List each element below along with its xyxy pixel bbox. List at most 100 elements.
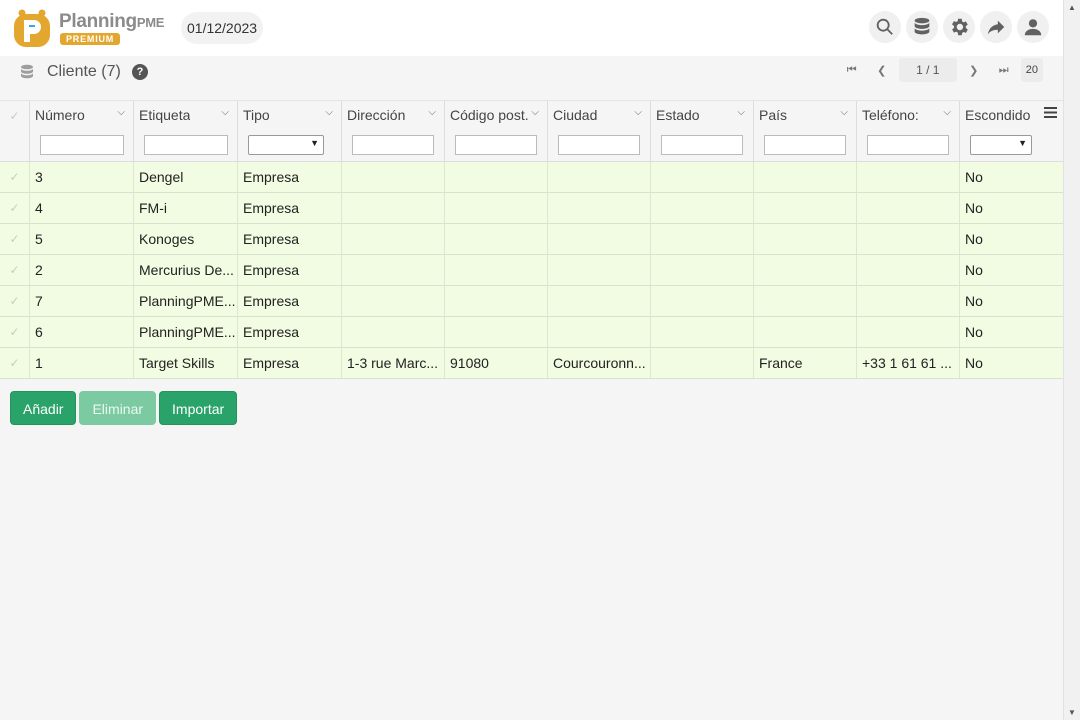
import-button[interactable]: Importar bbox=[159, 391, 238, 425]
table-cell[interactable]: Empresa bbox=[238, 224, 342, 254]
table-cell[interactable] bbox=[754, 255, 857, 285]
table-cell[interactable]: France bbox=[754, 348, 857, 378]
table-cell[interactable] bbox=[342, 255, 445, 285]
table-row[interactable]: ✓ 6 PlanningPME... Empresa No bbox=[0, 317, 1063, 348]
table-cell[interactable] bbox=[445, 224, 548, 254]
table-cell[interactable]: +33 1 61 61 ... bbox=[857, 348, 960, 378]
search-icon[interactable] bbox=[869, 11, 901, 43]
table-cell[interactable] bbox=[548, 162, 651, 192]
date-selector[interactable]: 01/12/2023 bbox=[181, 12, 264, 44]
row-check-icon[interactable]: ✓ bbox=[0, 162, 30, 192]
gear-icon[interactable] bbox=[943, 11, 975, 43]
filter-input[interactable] bbox=[352, 135, 434, 155]
table-cell[interactable] bbox=[342, 286, 445, 316]
table-cell[interactable] bbox=[548, 317, 651, 347]
chevron-down-icon[interactable]: ⌵ bbox=[325, 107, 333, 118]
table-cell[interactable]: Konoges bbox=[134, 224, 238, 254]
column-menu-icon[interactable] bbox=[1044, 106, 1057, 124]
row-check-icon[interactable]: ✓ bbox=[0, 224, 30, 254]
table-cell[interactable]: No bbox=[960, 255, 1063, 285]
table-cell[interactable] bbox=[754, 224, 857, 254]
table-cell[interactable]: No bbox=[960, 224, 1063, 254]
database-icon[interactable] bbox=[906, 11, 938, 43]
table-cell[interactable] bbox=[548, 193, 651, 223]
table-cell[interactable] bbox=[754, 286, 857, 316]
table-cell[interactable]: 1 bbox=[30, 348, 134, 378]
table-cell[interactable]: 91080 bbox=[445, 348, 548, 378]
column-header[interactable]: Número ⌵ bbox=[30, 101, 134, 161]
filter-input[interactable] bbox=[558, 135, 640, 155]
delete-button[interactable]: Eliminar bbox=[79, 391, 157, 425]
table-cell[interactable] bbox=[445, 193, 548, 223]
filter-input[interactable] bbox=[867, 135, 949, 155]
table-cell[interactable] bbox=[857, 162, 960, 192]
table-cell[interactable]: 1-3 rue Marc... bbox=[342, 348, 445, 378]
prev-page-icon[interactable]: ❮ bbox=[867, 58, 897, 82]
table-cell[interactable] bbox=[754, 317, 857, 347]
column-header[interactable]: Dirección ⌵ bbox=[342, 101, 445, 161]
table-cell[interactable]: No bbox=[960, 193, 1063, 223]
row-check-icon[interactable]: ✓ bbox=[0, 193, 30, 223]
table-cell[interactable] bbox=[857, 317, 960, 347]
filter-input[interactable] bbox=[144, 135, 228, 155]
column-header[interactable]: Tipo ⌵ ▼ bbox=[238, 101, 342, 161]
table-cell[interactable] bbox=[445, 255, 548, 285]
table-cell[interactable]: 3 bbox=[30, 162, 134, 192]
table-cell[interactable] bbox=[651, 286, 754, 316]
table-cell[interactable] bbox=[548, 224, 651, 254]
table-cell[interactable]: 6 bbox=[30, 317, 134, 347]
chevron-down-icon[interactable]: ⌵ bbox=[221, 107, 229, 118]
table-cell[interactable] bbox=[754, 162, 857, 192]
filter-input[interactable] bbox=[455, 135, 537, 155]
table-cell[interactable]: Courcouronn... bbox=[548, 348, 651, 378]
table-cell[interactable]: Empresa bbox=[238, 255, 342, 285]
filter-select[interactable]: ▼ bbox=[970, 135, 1032, 155]
filter-input[interactable] bbox=[661, 135, 743, 155]
first-page-icon[interactable]: ⏮ bbox=[837, 58, 867, 82]
table-row[interactable]: ✓ 3 Dengel Empresa No bbox=[0, 162, 1063, 193]
column-header[interactable]: Estado ⌵ bbox=[651, 101, 754, 161]
chevron-down-icon[interactable]: ⌵ bbox=[117, 107, 125, 118]
chevron-down-icon[interactable]: ⌵ bbox=[531, 107, 539, 118]
table-cell[interactable] bbox=[857, 193, 960, 223]
last-page-icon[interactable]: ⏭ bbox=[989, 58, 1019, 82]
table-cell[interactable] bbox=[445, 317, 548, 347]
scroll-down-icon[interactable]: ▼ bbox=[1068, 708, 1076, 717]
row-check-icon[interactable]: ✓ bbox=[0, 255, 30, 285]
chevron-down-icon[interactable]: ⌵ bbox=[943, 107, 951, 118]
row-check-icon[interactable]: ✓ bbox=[0, 317, 30, 347]
table-cell[interactable]: Empresa bbox=[238, 193, 342, 223]
table-cell[interactable]: FM-i bbox=[134, 193, 238, 223]
help-icon[interactable]: ? bbox=[132, 64, 148, 80]
page-input[interactable]: 1 / 1 bbox=[898, 58, 957, 82]
table-cell[interactable] bbox=[651, 193, 754, 223]
table-row[interactable]: ✓ 7 PlanningPME... Empresa No bbox=[0, 286, 1063, 317]
table-cell[interactable]: 4 bbox=[30, 193, 134, 223]
table-cell[interactable]: Empresa bbox=[238, 286, 342, 316]
table-cell[interactable]: No bbox=[960, 348, 1063, 378]
table-cell[interactable]: 2 bbox=[30, 255, 134, 285]
column-header[interactable]: Etiqueta ⌵ bbox=[134, 101, 238, 161]
table-cell[interactable] bbox=[857, 255, 960, 285]
column-header[interactable]: Escondido ▼ bbox=[960, 101, 1063, 161]
table-cell[interactable]: 7 bbox=[30, 286, 134, 316]
column-header[interactable]: Código post. ⌵ bbox=[445, 101, 548, 161]
table-cell[interactable] bbox=[342, 317, 445, 347]
column-header[interactable]: País ⌵ bbox=[754, 101, 857, 161]
user-icon[interactable] bbox=[1017, 11, 1049, 43]
table-cell[interactable]: Empresa bbox=[238, 317, 342, 347]
table-cell[interactable] bbox=[445, 162, 548, 192]
select-all-cell[interactable]: ✓ bbox=[0, 101, 30, 161]
chevron-down-icon[interactable]: ⌵ bbox=[428, 107, 436, 118]
share-icon[interactable] bbox=[980, 11, 1012, 43]
table-cell[interactable] bbox=[651, 317, 754, 347]
chevron-down-icon[interactable]: ⌵ bbox=[737, 107, 745, 118]
row-check-icon[interactable]: ✓ bbox=[0, 348, 30, 378]
table-cell[interactable]: Dengel bbox=[134, 162, 238, 192]
table-cell[interactable] bbox=[651, 224, 754, 254]
table-cell[interactable] bbox=[651, 255, 754, 285]
table-cell[interactable]: No bbox=[960, 162, 1063, 192]
table-cell[interactable] bbox=[445, 286, 548, 316]
table-row[interactable]: ✓ 4 FM-i Empresa No bbox=[0, 193, 1063, 224]
table-cell[interactable] bbox=[342, 224, 445, 254]
